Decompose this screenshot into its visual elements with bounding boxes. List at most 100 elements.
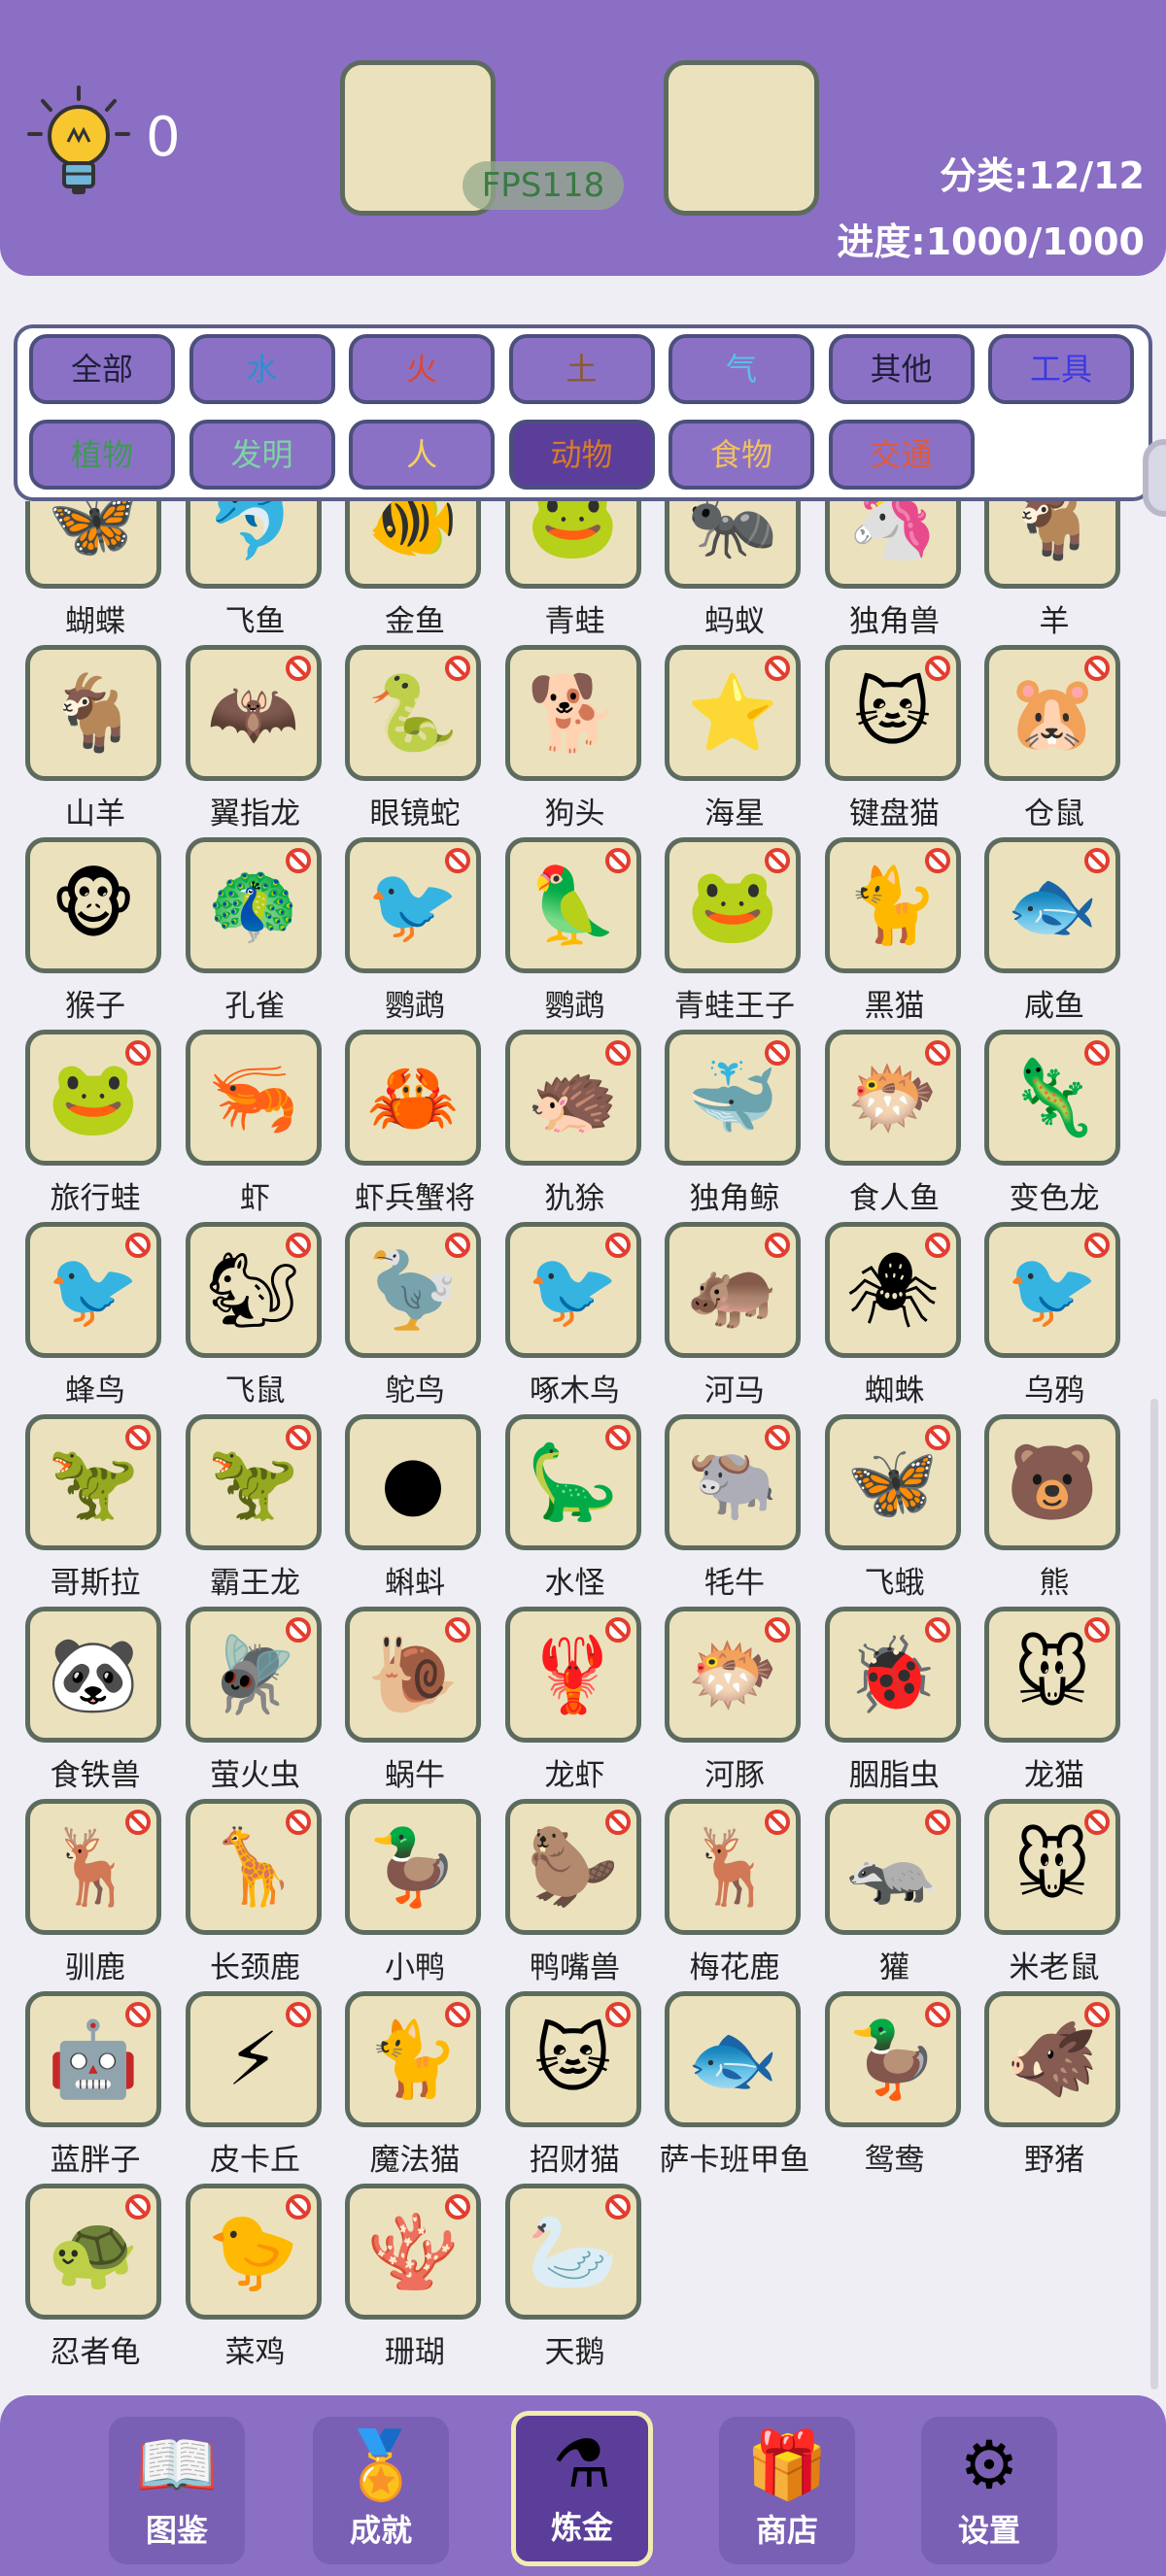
item-tile[interactable]: 🐦 [984, 1222, 1120, 1358]
item-grid-viewport[interactable]: 🦋 蝴蝶 🐬 飞鱼 🐠 金鱼 🐸 青蛙 🐜 蚂蚁 🦄 独角兽 🐐 羊 🐐 山羊 🦇 翼指龙 🐍 眼镜蛇 🐕 狗头 ⭐ 海星 🐱 键… [0, 501, 1166, 2395]
item-tile[interactable]: 🦞 [504, 1607, 641, 1743]
item-tile[interactable]: 🐢 [25, 2184, 161, 2320]
item-cell[interactable]: 🐦 乌鸦 [975, 1222, 1134, 1408]
item-cell[interactable]: 🐍 眼镜蛇 [335, 645, 495, 831]
item-tile[interactable]: 🦫 [504, 1799, 641, 1935]
item-tile[interactable]: 🐈 [345, 1991, 481, 2127]
item-tile[interactable]: 🦜 [504, 837, 641, 973]
item-tile[interactable]: 🐸 [665, 837, 801, 973]
item-cell[interactable]: 🐼 食铁兽 [16, 1607, 175, 1793]
item-cell[interactable]: 🦡 獾 [815, 1799, 975, 1985]
item-cell[interactable]: 🦕 水怪 [496, 1414, 655, 1601]
item-tile[interactable]: 🐠 [345, 501, 481, 589]
item-cell[interactable]: 🦖 哥斯拉 [16, 1414, 175, 1601]
item-cell[interactable]: 🐕 狗头 [496, 645, 655, 831]
item-tile[interactable]: 🐹 [984, 645, 1120, 781]
item-cell[interactable]: 🦄 独角兽 [815, 501, 975, 639]
item-tile[interactable]: 🦛 [665, 1222, 801, 1358]
item-tile[interactable]: 🦒 [185, 1799, 322, 1935]
item-cell[interactable]: ● 蝌蚪 [335, 1414, 495, 1601]
item-cell[interactable]: 🐜 蚂蚁 [655, 501, 814, 639]
filter-chip-9[interactable]: 人 [349, 420, 495, 490]
filter-chip-6[interactable]: 工具 [988, 334, 1134, 404]
item-tile[interactable]: 🦎 [984, 1030, 1120, 1166]
item-tile[interactable]: 🐼 [25, 1607, 161, 1743]
item-cell[interactable]: 🦀 虾兵蟹将 [335, 1030, 495, 1216]
item-cell[interactable]: 🐃 牦牛 [655, 1414, 814, 1601]
filter-chip-12[interactable]: 交通 [828, 420, 975, 490]
item-tile[interactable]: 🦆 [345, 1799, 481, 1935]
item-cell[interactable]: 🐡 河豚 [655, 1607, 814, 1793]
item-cell[interactable]: 🦆 鸳鸯 [815, 1991, 975, 2178]
item-tile[interactable]: 🐕 [504, 645, 641, 781]
filter-chip-5[interactable]: 其他 [828, 334, 975, 404]
item-tile[interactable]: 🐡 [824, 1030, 961, 1166]
item-tile[interactable]: 🐦 [345, 837, 481, 973]
item-cell[interactable]: 🐹 仓鼠 [975, 645, 1134, 831]
item-cell[interactable]: 🦌 驯鹿 [16, 1799, 175, 1985]
item-cell[interactable]: 🐦 啄木鸟 [496, 1222, 655, 1408]
filter-chip-2[interactable]: 火 [349, 334, 495, 404]
lightbulb-icon[interactable] [25, 84, 132, 200]
item-cell[interactable]: 🦎 变色龙 [975, 1030, 1134, 1216]
item-tile[interactable]: 🦌 [25, 1799, 161, 1935]
item-tile[interactable]: 🐦 [504, 1222, 641, 1358]
item-tile[interactable]: 🦋 [824, 1414, 961, 1550]
item-cell[interactable]: 🐸 旅行蛙 [16, 1030, 175, 1216]
item-cell[interactable]: 🐵 猴子 [16, 837, 175, 1024]
item-cell[interactable]: 🦋 蝴蝶 [16, 501, 175, 639]
item-cell[interactable]: 🐟 萨卡班甲鱼 [655, 1991, 814, 2178]
item-tile[interactable]: 🐃 [665, 1414, 801, 1550]
item-tile[interactable]: 🐦 [25, 1222, 161, 1358]
item-cell[interactable]: 🐡 食人鱼 [815, 1030, 975, 1216]
item-cell[interactable]: 🐗 野猪 [975, 1991, 1134, 2178]
item-tile[interactable]: 🪰 [185, 1607, 322, 1743]
item-tile[interactable]: 🐻 [984, 1414, 1120, 1550]
grid-scrollbar[interactable] [1150, 1399, 1158, 2390]
item-tile[interactable]: 🐿 [185, 1222, 322, 1358]
item-tile[interactable]: 🐳 [665, 1030, 801, 1166]
item-cell[interactable]: 🐳 独角鲸 [655, 1030, 814, 1216]
item-cell[interactable]: 🕷 蜘蛛 [815, 1222, 975, 1408]
item-tile[interactable]: 🪸 [345, 2184, 481, 2320]
item-tile[interactable]: 🐤 [185, 2184, 322, 2320]
item-cell[interactable]: 🦫 鸭嘴兽 [496, 1799, 655, 1985]
item-tile[interactable]: 🐡 [665, 1607, 801, 1743]
item-tile[interactable]: 🦆 [824, 1991, 961, 2127]
item-cell[interactable]: 🐈 魔法猫 [335, 1991, 495, 2178]
nav-button-2[interactable]: ⚗ 炼金 [511, 2411, 653, 2566]
item-cell[interactable]: 🦚 孔雀 [176, 837, 335, 1024]
item-cell[interactable]: 🦢 天鹅 [496, 2184, 655, 2370]
item-cell[interactable]: 🦐 虾 [176, 1030, 335, 1216]
item-cell[interactable]: 🤖 蓝胖子 [16, 1991, 175, 2178]
item-tile[interactable]: ● [345, 1414, 481, 1550]
item-tile[interactable]: 🐸 [504, 501, 641, 589]
item-tile[interactable]: 🦌 [665, 1799, 801, 1935]
item-tile[interactable]: 🐬 [185, 501, 322, 589]
item-tile[interactable]: 🦖 [25, 1414, 161, 1550]
item-tile[interactable]: 🦡 [824, 1799, 961, 1935]
item-cell[interactable]: 🐦 蜂鸟 [16, 1222, 175, 1408]
item-cell[interactable]: 🦇 翼指龙 [176, 645, 335, 831]
item-cell[interactable]: 🐞 胭脂虫 [815, 1607, 975, 1793]
item-cell[interactable]: 🦆 小鸭 [335, 1799, 495, 1985]
nav-button-0[interactable]: 📖 图鉴 [109, 2417, 245, 2564]
item-cell[interactable]: 🐸 青蛙 [496, 501, 655, 639]
item-tile[interactable]: ⭐ [665, 645, 801, 781]
item-cell[interactable]: 🐤 菜鸡 [176, 2184, 335, 2370]
item-tile[interactable]: 🐈 [824, 837, 961, 973]
item-cell[interactable]: 🐦 鹦鹉 [335, 837, 495, 1024]
item-tile[interactable]: 🦐 [185, 1030, 322, 1166]
item-tile[interactable]: 🦚 [185, 837, 322, 973]
item-tile[interactable]: 🐍 [345, 645, 481, 781]
item-cell[interactable]: 🐠 金鱼 [335, 501, 495, 639]
combine-slot-right[interactable] [664, 60, 819, 216]
item-cell[interactable]: 🐬 飞鱼 [176, 501, 335, 639]
item-tile[interactable]: 🦤 [345, 1222, 481, 1358]
nav-button-4[interactable]: ⚙ 设置 [921, 2417, 1057, 2564]
filter-chip-0[interactable]: 全部 [29, 334, 175, 404]
item-tile[interactable]: 🐜 [665, 501, 801, 589]
item-tile[interactable]: ⚡ [185, 1991, 322, 2127]
item-cell[interactable]: 🦋 飞蛾 [815, 1414, 975, 1601]
item-tile[interactable]: 🦄 [824, 501, 961, 589]
